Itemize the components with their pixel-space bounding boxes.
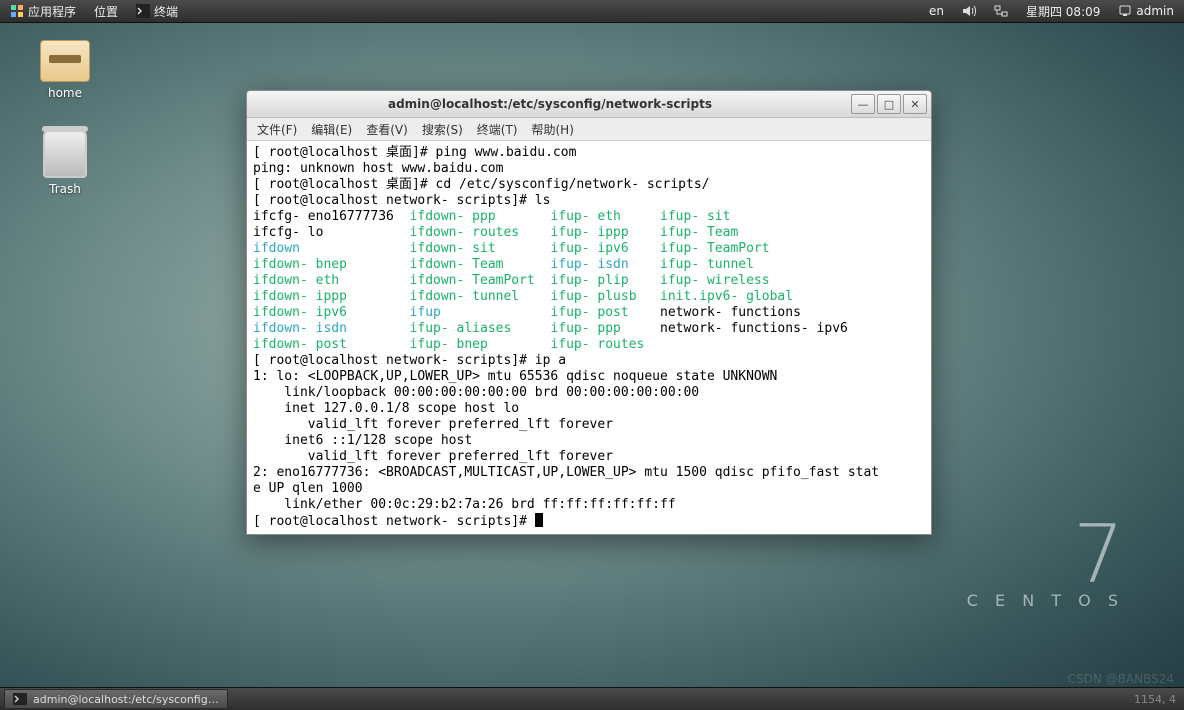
trash-label: Trash — [49, 182, 81, 196]
volume-icon — [962, 4, 976, 18]
maximize-button[interactable]: □ — [877, 94, 901, 114]
desktop: 应用程序 位置 终端 en 星期四 08:09 admi — [0, 0, 1184, 710]
terminal-icon — [136, 4, 150, 18]
menu-file[interactable]: 文件(F) — [257, 121, 297, 138]
trash-icon[interactable]: Trash — [40, 130, 90, 196]
user-icon — [1118, 4, 1132, 18]
network-icon — [994, 4, 1008, 18]
clock[interactable]: 星期四 08:09 — [1022, 1, 1104, 22]
menu-search[interactable]: 搜索(S) — [422, 121, 463, 138]
window-title: admin@localhost:/etc/sysconfig/network-s… — [251, 97, 849, 111]
volume-control[interactable] — [958, 2, 980, 20]
taskbar-button-terminal[interactable]: admin@localhost:/etc/sysconfig… — [4, 689, 228, 709]
menu-edit[interactable]: 编辑(E) — [311, 121, 352, 138]
centos-logo: 7 C E N T O S — [967, 523, 1124, 610]
titlebar[interactable]: admin@localhost:/etc/sysconfig/network-s… — [247, 91, 931, 118]
applications-label: 应用程序 — [28, 3, 76, 20]
apps-icon — [10, 4, 24, 18]
bottom-panel: admin@localhost:/etc/sysconfig… 1154, 4 — [0, 687, 1184, 710]
logo-seven: 7 — [967, 523, 1124, 587]
terminal-window: admin@localhost:/etc/sysconfig/network-s… — [246, 90, 932, 535]
trashcan-icon — [43, 130, 87, 178]
minimize-button[interactable]: — — [851, 94, 875, 114]
logo-centos: C E N T O S — [967, 591, 1124, 610]
home-label: home — [48, 86, 82, 100]
menu-help[interactable]: 帮助(H) — [532, 121, 574, 138]
folder-icon — [40, 40, 90, 82]
desktop-icons: home Trash — [40, 40, 90, 196]
watermark: CSDN @BANBS24 — [1068, 672, 1174, 686]
places-label: 位置 — [94, 3, 118, 20]
taskbar-button-label: admin@localhost:/etc/sysconfig… — [33, 693, 219, 706]
close-button[interactable]: ✕ — [903, 94, 927, 114]
terminal-body[interactable]: [ root@localhost 桌面]# ping www.baidu.com… — [247, 141, 931, 534]
network-indicator[interactable] — [990, 2, 1012, 20]
user-menu[interactable]: admin — [1114, 2, 1178, 20]
applications-menu[interactable]: 应用程序 — [6, 1, 80, 22]
coords-readout: 1154, 4 — [1134, 693, 1176, 706]
menu-view[interactable]: 查看(V) — [366, 121, 408, 138]
menu-terminal[interactable]: 终端(T) — [477, 121, 518, 138]
places-menu[interactable]: 位置 — [90, 1, 122, 22]
terminal-icon — [13, 693, 27, 705]
menubar: 文件(F) 编辑(E) 查看(V) 搜索(S) 终端(T) 帮助(H) — [247, 118, 931, 141]
input-language[interactable]: en — [925, 2, 948, 20]
running-app-label: 终端 — [154, 3, 178, 20]
home-icon[interactable]: home — [40, 40, 90, 100]
running-app[interactable]: 终端 — [132, 1, 182, 22]
top-panel: 应用程序 位置 终端 en 星期四 08:09 admi — [0, 0, 1184, 23]
